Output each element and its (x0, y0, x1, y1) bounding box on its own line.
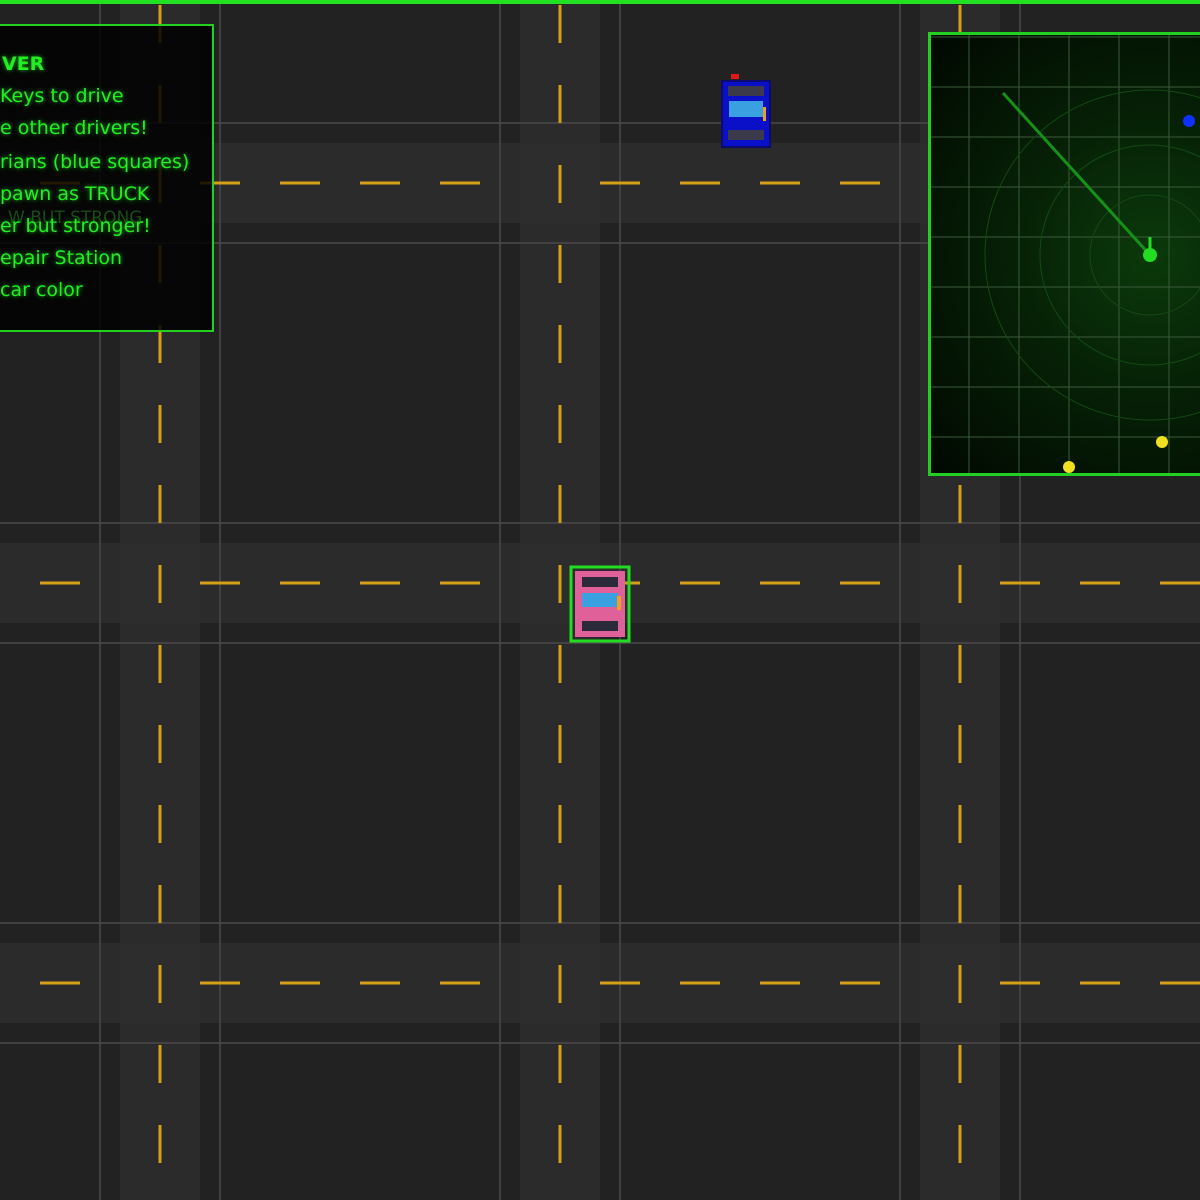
lane-dash-vertical (558, 5, 562, 43)
lane-dash-horizontal (280, 181, 320, 185)
top-status-bar (0, 0, 1200, 4)
lane-dash-horizontal (440, 581, 480, 585)
lane-dash-vertical (158, 885, 162, 923)
lane-dash-vertical (558, 485, 562, 523)
lane-dash-vertical (558, 165, 562, 203)
lane-dash-horizontal (360, 581, 400, 585)
lane-dash-vertical (158, 965, 162, 1003)
player-car-windshield (582, 577, 618, 587)
player-car-roof (582, 593, 618, 607)
instructions-line-2: e other drivers! (0, 117, 148, 139)
lane-dash-vertical (558, 1045, 562, 1083)
npc-car-roof (729, 101, 763, 117)
lane-dash-horizontal (760, 981, 800, 985)
yellow-dot-icon (1156, 436, 1168, 448)
lane-dash-vertical (958, 725, 962, 763)
instructions-line-7: car color (0, 279, 83, 301)
lane-dash-vertical (558, 85, 562, 123)
lane-dash-horizontal (600, 181, 640, 185)
npc-car (721, 74, 771, 148)
minimap-canvas (931, 35, 1200, 473)
blue-dot-icon (1183, 115, 1195, 127)
lane-dash-horizontal (680, 981, 720, 985)
lane-dash-vertical (558, 645, 562, 683)
radar-ring (1039, 144, 1200, 366)
lane-dash-vertical (958, 965, 962, 1003)
lane-dash-horizontal (1160, 581, 1200, 585)
lane-dash-horizontal (680, 581, 720, 585)
lane-dash-horizontal (360, 181, 400, 185)
lane-dash-horizontal (280, 581, 320, 585)
player-car (569, 565, 631, 643)
lane-dash-horizontal (280, 981, 320, 985)
lane-dash-vertical (558, 725, 562, 763)
lane-dash-vertical (558, 245, 562, 283)
lane-dash-vertical (558, 885, 562, 923)
instructions-line-3: rians (blue squares) (0, 151, 190, 173)
radar-ring (984, 89, 1200, 421)
minimap-radar (928, 32, 1200, 476)
game-viewport[interactable]: VER Keys to drive e other drivers! rians… (0, 0, 1200, 1200)
lane-dash-horizontal (600, 981, 640, 985)
lane-dash-vertical (958, 805, 962, 843)
lane-dash-vertical (958, 565, 962, 603)
lane-dash-horizontal (840, 581, 880, 585)
lane-dash-horizontal (40, 581, 80, 585)
npc-car-siren (731, 74, 739, 79)
npc-car-light (763, 107, 766, 121)
lane-dash-horizontal (680, 181, 720, 185)
npc-car-rear-window (728, 130, 764, 140)
lane-dash-horizontal (200, 581, 240, 585)
instructions-line-4: pawn as TRUCK (0, 183, 150, 205)
lane-dash-vertical (958, 485, 962, 523)
lane-dash-vertical (558, 565, 562, 603)
lane-dash-horizontal (40, 981, 80, 985)
lane-dash-horizontal (1080, 581, 1120, 585)
lane-dash-horizontal (440, 181, 480, 185)
lane-dash-vertical (158, 485, 162, 523)
lane-dash-horizontal (760, 181, 800, 185)
instructions-title: VER (2, 53, 45, 75)
lane-dash-horizontal (1080, 981, 1120, 985)
lane-dash-horizontal (840, 981, 880, 985)
lane-dash-horizontal (440, 981, 480, 985)
lane-dash-horizontal (200, 981, 240, 985)
lane-dash-vertical (958, 1045, 962, 1083)
lane-dash-vertical (558, 405, 562, 443)
lane-dash-vertical (558, 965, 562, 1003)
lane-dash-horizontal (1000, 981, 1040, 985)
lane-dash-vertical (158, 805, 162, 843)
lane-dash-vertical (958, 645, 962, 683)
minimap-grid (931, 35, 1200, 473)
lane-dash-vertical (958, 885, 962, 923)
player-dot-icon (1143, 248, 1157, 262)
instructions-line-6: epair Station (0, 247, 123, 269)
player-car-light (617, 596, 621, 610)
player-car-rear-window (582, 621, 618, 631)
lane-dash-vertical (158, 645, 162, 683)
instructions-panel: VER Keys to drive e other drivers! rians… (0, 24, 214, 332)
lane-dash-horizontal (840, 181, 880, 185)
lane-dash-horizontal (760, 581, 800, 585)
lane-dash-vertical (558, 325, 562, 363)
radar-sweep (1001, 91, 1152, 257)
instructions-line-1: Keys to drive (0, 85, 124, 107)
yellow-dot-icon (1063, 461, 1075, 473)
lane-dash-vertical (558, 1125, 562, 1163)
lane-dash-horizontal (1000, 581, 1040, 585)
lane-dash-vertical (158, 1045, 162, 1083)
lane-dash-horizontal (360, 981, 400, 985)
instructions-line-5: er but stronger! (0, 215, 151, 237)
lane-dash-vertical (158, 565, 162, 603)
npc-car-windshield (728, 86, 764, 96)
lane-dash-vertical (558, 805, 562, 843)
lane-dash-horizontal (1160, 981, 1200, 985)
lane-dash-vertical (158, 405, 162, 443)
lane-dash-vertical (958, 1125, 962, 1163)
lane-dash-vertical (158, 1125, 162, 1163)
lane-dash-vertical (158, 725, 162, 763)
